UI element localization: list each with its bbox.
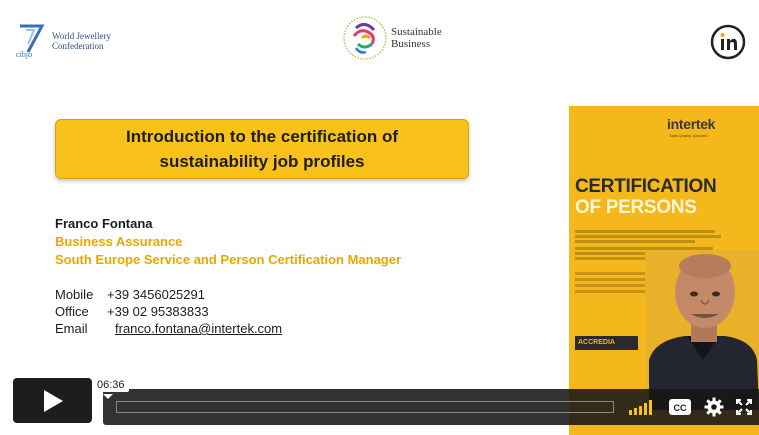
- closed-captions-icon[interactable]: CC: [668, 396, 692, 418]
- svg-text:CC: CC: [674, 403, 687, 413]
- presenter-info: Franco Fontana Business Assurance South …: [55, 215, 401, 269]
- accredia-badge: ACCREDIA: [575, 336, 638, 350]
- intertek-tagline: Total Quality. Assured.: [669, 133, 709, 138]
- cibjo-mark-icon: cibjo: [14, 22, 48, 60]
- cibjo-line1: World Jewellery: [52, 31, 112, 41]
- play-button[interactable]: [13, 378, 92, 423]
- contact-value: +39 02 95383833: [107, 304, 209, 319]
- email-link[interactable]: franco.fontana@intertek.com: [115, 320, 282, 337]
- play-icon: [43, 389, 63, 412]
- in-logo-icon: [710, 24, 746, 60]
- sb-line1: Sustainable: [391, 26, 442, 38]
- contact-info: Mobile +39 3456025291 Office +39 02 9538…: [55, 286, 282, 337]
- sustainable-business-logo: Sustainable Business: [342, 14, 442, 62]
- contact-row: Email franco.fontana@intertek.com: [55, 320, 282, 337]
- contact-label: Mobile: [55, 287, 94, 302]
- video-controls: CC 06:36: [0, 376, 759, 435]
- contact-row: Office +39 02 95383833: [55, 303, 282, 320]
- timecode-tooltip: 06:36: [93, 378, 129, 392]
- contact-row: Mobile +39 3456025291: [55, 286, 282, 303]
- sustainable-business-globe-icon: [343, 16, 387, 60]
- presenter-department: Business Assurance: [55, 234, 183, 249]
- cibjo-logo: cibjo World Jewellery Confederation: [14, 22, 111, 60]
- volume-icon[interactable]: [628, 396, 658, 418]
- contact-label: Email: [55, 321, 88, 336]
- banner-heading-2: OF PERSONS: [575, 197, 697, 218]
- presenter-role: South Europe Service and Person Certific…: [55, 252, 402, 267]
- video-frame[interactable]: cibjo World Jewellery Confederation Sust…: [0, 0, 759, 435]
- sb-line2: Business: [391, 38, 431, 50]
- progress-track[interactable]: [116, 401, 614, 413]
- cibjo-line2: Confederation: [52, 41, 104, 51]
- banner-heading-1: CERTIFICATION: [575, 176, 717, 197]
- slide-title-line1: Introduction to the certification of: [126, 127, 398, 146]
- presenter-name: Franco Fontana: [55, 216, 153, 231]
- settings-icon[interactable]: [703, 396, 725, 418]
- timecode-pointer: [103, 394, 113, 399]
- slide-title-line2: sustainability job profiles: [159, 152, 365, 171]
- slide-title: Introduction to the certification of sus…: [55, 119, 469, 179]
- svg-text:cibjo: cibjo: [16, 50, 32, 59]
- contact-value: +39 3456025291: [107, 287, 205, 302]
- fullscreen-icon[interactable]: [735, 396, 753, 418]
- intertek-logo: intertek: [667, 116, 716, 132]
- control-bar: CC: [103, 389, 759, 425]
- contact-label: Office: [55, 304, 89, 319]
